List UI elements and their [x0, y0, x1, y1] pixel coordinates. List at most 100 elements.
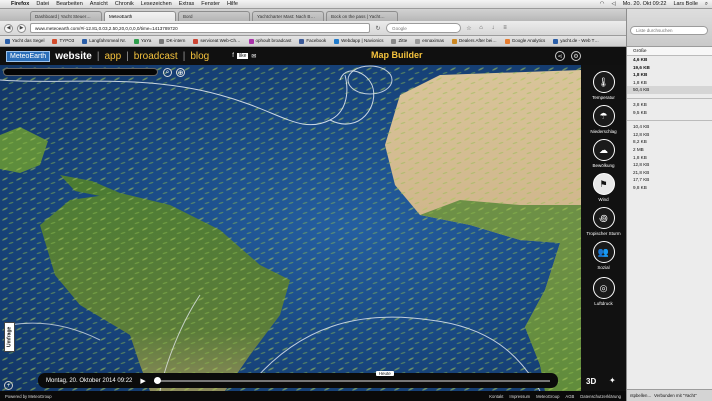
bookmark-item[interactable]: Yacht das Segel [5, 38, 44, 44]
layer-niederschlag[interactable]: ☂ Niederschlag [581, 105, 626, 134]
footer-link-datenschutz[interactable]: Datenschutzerklärung [580, 394, 621, 399]
map-search-button[interactable]: ⌕ [163, 68, 172, 77]
menu-datei[interactable]: Datei [36, 1, 49, 7]
layer-temperatur[interactable]: 🌡 Temperatur [581, 71, 626, 100]
rain-icon: ☂ [592, 105, 615, 127]
footer-link-agb[interactable]: AGB [565, 394, 574, 399]
timeline-track[interactable]: Heute [153, 370, 550, 384]
download-size[interactable]: 4,6 KB [627, 56, 712, 64]
back-button[interactable]: ◀ [4, 23, 13, 33]
layer-tropischer-sturm[interactable]: ꩜ Tropischer Sturm [581, 207, 626, 236]
download-size[interactable]: 9,5 KB [627, 109, 712, 117]
settings-icon[interactable]: ⚙ [571, 51, 581, 61]
menu-fenster[interactable]: Fenster [201, 1, 220, 7]
menu-app-firefox[interactable]: Firefox [11, 1, 29, 7]
umfrage-tab[interactable]: Umfrage [4, 322, 15, 352]
download-size[interactable]: 19,6 KB [627, 64, 712, 72]
menu-icon[interactable]: ≡ [501, 24, 509, 32]
download-size-selected[interactable]: 50,4 KB [627, 86, 712, 94]
download-status-item[interactable]: Verbunden mit "Yacht" [654, 393, 697, 398]
download-size[interactable]: 9,8 KB [627, 184, 712, 192]
download-icon[interactable]: ↓ [489, 24, 497, 32]
meteoearth-logo[interactable]: MeteoEarth [6, 50, 51, 62]
browser-tab[interactable]: Dashboard | Yacht Steuer… [30, 11, 102, 21]
zoom-in-button[interactable]: + [4, 381, 13, 390]
bookmark-item[interactable]: Webdapp | Navionics [334, 38, 383, 44]
nav-broadcast-link[interactable]: broadcast [134, 51, 178, 62]
map-search-input[interactable] [3, 68, 158, 76]
menubar-clock[interactable]: Mo. 20. Okt 09:22 [623, 1, 667, 7]
home-icon[interactable]: ⌂ [477, 24, 485, 32]
menu-hilfe[interactable]: Hilfe [227, 1, 238, 7]
play-icon[interactable]: ▶ [140, 377, 145, 385]
bookmark-item[interactable]: Dealers After bei… [451, 38, 497, 44]
map-builder-title[interactable]: Map Builder [371, 50, 423, 60]
forward-button[interactable]: ▶ [17, 23, 26, 33]
bookmark-item[interactable]: Zitte [391, 38, 407, 44]
menubar-user[interactable]: Lars Bolle [673, 1, 697, 7]
bookmark-item[interactable]: DK-intern [159, 38, 185, 44]
timeline-knob[interactable] [153, 376, 161, 384]
layer-luftdruck[interactable]: ◎ Luftdruck [581, 277, 626, 306]
bookmark-item[interactable]: Langfahrsmeal Nr. [82, 38, 126, 44]
download-size[interactable]: 1,8 KB [627, 71, 712, 79]
bookmark-item[interactable]: ophoult broadcast [248, 38, 291, 44]
download-size[interactable]: 12,8 KB [627, 131, 712, 139]
map-locate-button[interactable]: ⊕ [176, 68, 185, 77]
menu-lesezeichen[interactable]: Lesezeichen [141, 1, 172, 7]
downloads-search-input[interactable]: Liste durchsuchen [630, 26, 708, 35]
facebook-like[interactable]: f like ✉ [232, 53, 256, 60]
bookmark-item[interactable]: serviceat Web-Ch… [193, 38, 241, 44]
download-size[interactable]: 10,4 KB [627, 123, 712, 131]
menu-chronik[interactable]: Chronik [115, 1, 134, 7]
layer-bewoelkung[interactable]: ☁ Bewölkung [581, 139, 626, 168]
timeline-heute-label[interactable]: Heute [375, 370, 394, 376]
map-graphic [0, 65, 581, 391]
nav-blog-link[interactable]: blog [190, 51, 209, 62]
download-size[interactable]: 3,8 KB [627, 101, 712, 109]
footer-link-kontakt[interactable]: Kontakt [489, 394, 503, 399]
browser-tab[interactable]: Bord [178, 11, 250, 21]
download-size[interactable]: 21,8 KB [627, 169, 712, 177]
download-size[interactable]: 2 MB [627, 146, 712, 154]
download-size[interactable]: 8,2 KB [627, 138, 712, 146]
share-icon[interactable]: ⋖ [555, 51, 565, 61]
site-header: MeteoEarth website | app | broadcast | b… [0, 47, 626, 65]
layer-sozial[interactable]: 👥 Sozial [581, 241, 626, 270]
menu-bearbeiten[interactable]: Bearbeiten [56, 1, 83, 7]
download-size[interactable]: 17,7 KB [627, 176, 712, 184]
lightbulb-icon[interactable]: ✦ [609, 376, 616, 385]
layer-wind[interactable]: ⚑ Wind [581, 173, 626, 202]
reload-icon[interactable]: ↻ [374, 24, 382, 32]
browser-tab[interactable]: Yachtcharter Mast: Nach B… [252, 11, 324, 21]
footer-link-impressum[interactable]: Impressum [509, 394, 530, 399]
download-size[interactable]: 12,8 KB [627, 161, 712, 169]
download-size[interactable]: 1,8 KB [627, 79, 712, 87]
bookmark-item[interactable]: Facebook [299, 38, 326, 44]
bookmark-item[interactable]: YaYa [134, 38, 151, 44]
downloads-column-size[interactable]: Größe [627, 47, 712, 56]
nav-website-link[interactable]: website [55, 51, 92, 62]
wifi-icon[interactable]: ◠ [600, 1, 605, 7]
nav-app-link[interactable]: app [104, 51, 121, 62]
spotlight-icon[interactable]: ⌕ [705, 1, 708, 8]
url-field[interactable]: www.meteoearth.com/#/-12.81,0.03,2.50,20… [30, 23, 370, 33]
menu-ansicht[interactable]: Ansicht [90, 1, 108, 7]
bookmark-item[interactable]: ennaximas [415, 38, 444, 44]
bookmark-item[interactable]: TYPO3 [52, 38, 74, 44]
menu-extras[interactable]: Extras [179, 1, 195, 7]
bookmark-item[interactable]: yacht.de - Web T… [553, 38, 599, 44]
bookmark-item[interactable]: Google Analytics [504, 38, 545, 44]
browser-tab-active[interactable]: MeteoEarth [104, 11, 176, 21]
browser-tab[interactable]: Bock on the pass | Yacht… [326, 11, 398, 21]
download-size[interactable]: 1,8 KB [627, 154, 712, 162]
volume-icon[interactable]: ◁ [611, 1, 615, 7]
3d-toggle[interactable]: 3D [586, 377, 596, 386]
search-field[interactable]: Google [386, 23, 461, 33]
weather-map[interactable]: ⌕ ⊕ Umfrage + − [0, 65, 581, 391]
twitter-icon[interactable]: ✉ [251, 53, 256, 60]
star-icon[interactable]: ☆ [465, 24, 473, 32]
bookmark-icon [504, 38, 510, 44]
download-status-item[interactable]: ntpbellen... [630, 393, 651, 398]
footer-link-meteogroup[interactable]: MeteoGroup [536, 394, 559, 399]
